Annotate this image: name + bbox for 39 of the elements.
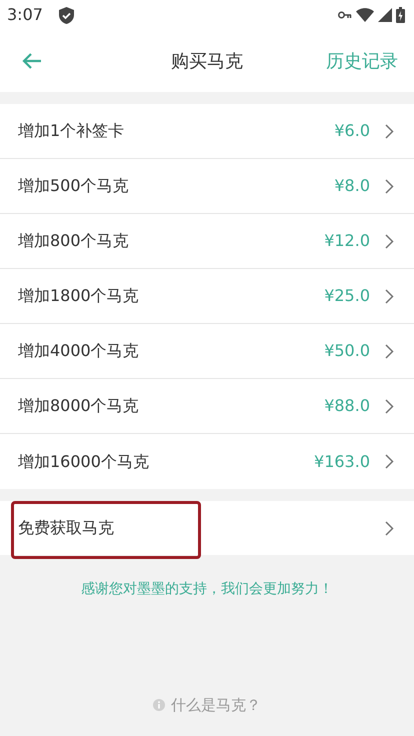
product-label: 增加4000个马克	[18, 340, 140, 362]
info-icon	[153, 699, 165, 712]
product-label: 增加1个补签卡	[18, 120, 126, 142]
product-label: 增加1800个马克	[18, 285, 140, 307]
chevron-right-icon	[385, 398, 394, 414]
shield-icon	[58, 6, 74, 24]
product-label: 增加800个马克	[18, 230, 130, 252]
chevron-right-icon	[385, 234, 394, 248]
thanks-message: 感谢您对墨墨的支持，我们会更加努力！	[80, 580, 334, 599]
page-title: 购买马克	[171, 50, 243, 74]
product-label: 增加500个马克	[18, 175, 130, 197]
product-row[interactable]: 增加500个马克 ¥8.0	[0, 159, 414, 214]
wifi-icon	[356, 8, 374, 22]
back-arrow-icon[interactable]	[22, 53, 42, 69]
chevron-right-icon	[385, 344, 394, 358]
chevron-right-icon	[385, 124, 394, 138]
product-price: ¥25.0	[324, 285, 370, 307]
product-label: 增加8000个马克	[18, 395, 140, 417]
product-row[interactable]: 增加1800个马克 ¥25.0	[0, 269, 414, 324]
chevron-right-icon	[385, 178, 394, 194]
product-row[interactable]: 增加4000个马克 ¥50.0	[0, 324, 414, 379]
key-icon	[338, 11, 352, 19]
signal-icon	[378, 8, 392, 22]
product-row[interactable]: 增加8000个马克 ¥88.0	[0, 379, 414, 434]
chevron-right-icon	[385, 454, 394, 469]
product-label: 增加16000个马克	[18, 450, 150, 472]
product-row[interactable]: 增加1个补签卡 ¥6.0	[0, 104, 414, 159]
product-price: ¥50.0	[324, 340, 370, 362]
chevron-right-icon	[385, 520, 394, 536]
product-price: ¥163.0	[314, 450, 370, 472]
product-price: ¥6.0	[334, 120, 370, 142]
product-row[interactable]: 增加800个马克 ¥12.0	[0, 214, 414, 269]
product-price: ¥88.0	[324, 395, 370, 417]
product-row[interactable]: 增加16000个马克 ¥163.0	[0, 434, 414, 489]
battery-icon	[396, 7, 405, 23]
chevron-right-icon	[385, 288, 394, 304]
status-time: 3:07	[7, 4, 43, 26]
product-price: ¥8.0	[334, 175, 370, 197]
product-price: ¥12.0	[324, 230, 370, 252]
